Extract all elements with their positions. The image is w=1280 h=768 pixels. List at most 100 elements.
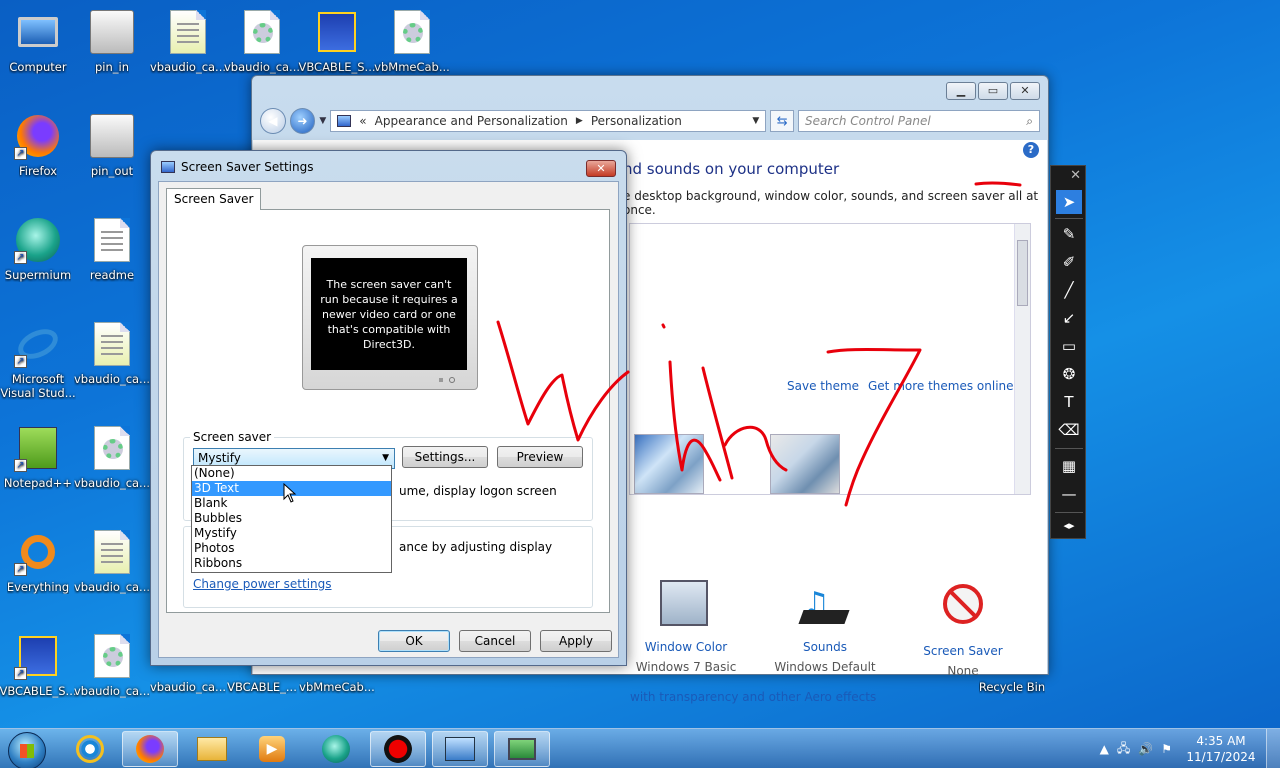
record-icon	[384, 735, 412, 763]
installer-icon: ↗	[14, 632, 62, 680]
desktop-icon-computer[interactable]: Computer	[0, 8, 76, 94]
desktop-icon-vbaudio-settings-2[interactable]: vbaudio_ca...	[74, 632, 150, 718]
forward-arrow-icon: ➜	[297, 114, 308, 128]
desktop-icon-notepadpp[interactable]: ↗ Notepad++	[0, 424, 76, 510]
search-input[interactable]: Search Control Panel ⌕	[798, 110, 1040, 132]
monitor-power-icon	[449, 377, 455, 383]
address-bar[interactable]: « Appearance and Personalization ▶ Perso…	[330, 110, 767, 132]
get-more-themes-link[interactable]: Get more themes online	[868, 379, 1014, 393]
line-tool-icon[interactable]: ╱	[1056, 278, 1082, 302]
visual-studio-icon: ↗	[13, 320, 63, 368]
settings-file-icon	[238, 8, 286, 56]
taskbar-internet-explorer[interactable]	[62, 731, 118, 767]
taskbar-file-explorer[interactable]	[184, 731, 240, 767]
help-icon[interactable]: ?	[1023, 142, 1039, 158]
theme-thumbnail[interactable]	[770, 434, 840, 494]
desktop-icon-firefox[interactable]: ↗ Firefox	[0, 112, 76, 198]
annotation-toolbar: ✕ ➤ ✎ ✐ ╱ ↙ ▭ ❂ T ⌫ ▦ — ◂▸	[1050, 165, 1086, 539]
theme-scrollbar[interactable]	[1014, 224, 1030, 494]
network-icon[interactable]: 🖧	[1117, 739, 1130, 760]
theme-thumbnail[interactable]	[634, 434, 704, 494]
preview-button[interactable]: Preview	[497, 446, 583, 468]
show-hidden-icons-icon[interactable]: ▲	[1100, 742, 1109, 756]
back-button[interactable]: ◀	[260, 108, 286, 134]
desktop-icon-vbcable-setup[interactable]: ↗ VBCABLE_S...	[0, 632, 77, 718]
refresh-button[interactable]: ⇆	[770, 110, 794, 132]
window-color-value: Windows 7 Basic	[635, 660, 737, 674]
eraser-tool-icon[interactable]: ⌫	[1056, 418, 1082, 442]
option-none[interactable]: (None)	[192, 466, 391, 481]
screen-saver-options-list: (None) 3D Text Blank Bubbles Mystify Pho…	[191, 465, 392, 573]
taskbar-recorder[interactable]	[370, 731, 426, 767]
option-photos[interactable]: Photos	[192, 541, 391, 556]
everything-icon: ↗	[14, 528, 62, 576]
forward-button[interactable]: ➜	[289, 108, 316, 134]
history-dropdown-icon[interactable]: ▼	[319, 116, 326, 126]
text-tool-icon[interactable]: T	[1056, 390, 1082, 414]
close-icon[interactable]: ✕	[1070, 168, 1081, 183]
breadcrumb-appearance[interactable]: Appearance and Personalization	[375, 114, 568, 128]
settings-button[interactable]: Settings...	[402, 446, 488, 468]
theme-list[interactable]: Save theme Get more themes online	[629, 223, 1031, 495]
clock-date: 11/17/2024	[1186, 750, 1256, 764]
desktop-icon-vbaudio-setup-3[interactable]: vbaudio_ca...	[150, 8, 226, 94]
highlighter-tool-icon[interactable]: ✐	[1056, 250, 1082, 274]
firefox-icon	[136, 735, 164, 763]
dialog-body: Screen Saver The screen saver can't run …	[158, 181, 619, 658]
display-settings-icon	[161, 161, 175, 173]
taskbar-media-player[interactable]: ▶	[244, 731, 300, 767]
preview-monitor: The screen saver can't run because it re…	[302, 245, 478, 390]
volume-icon[interactable]: 🔊	[1138, 742, 1153, 756]
desktop-icon-readme[interactable]: readme	[74, 216, 150, 302]
app-icon	[88, 8, 136, 56]
window-color-item[interactable]: Window Color Windows 7 Basic	[626, 580, 746, 674]
taskbar-control-panel[interactable]	[432, 731, 488, 767]
desktop-icon-vbaudio-setup-2[interactable]: vbaudio_ca...	[74, 528, 150, 614]
minimize-button[interactable]: ▁	[946, 82, 976, 100]
cancel-button[interactable]: Cancel	[459, 630, 531, 652]
pen-tool-icon[interactable]: ✎	[1056, 222, 1082, 246]
desktop-icon-supermium[interactable]: ↗ Supermium	[0, 216, 76, 302]
save-theme-link[interactable]: Save theme	[787, 379, 859, 393]
apply-button[interactable]: Apply	[540, 630, 612, 652]
board-tool-icon[interactable]: ▦	[1056, 454, 1082, 478]
option-ribbons[interactable]: Ribbons	[192, 556, 391, 571]
maximize-button[interactable]: ▭	[978, 82, 1008, 100]
clock[interactable]: 4:35 AM 11/17/2024	[1176, 733, 1266, 765]
change-power-settings-link[interactable]: Change power settings	[193, 577, 332, 591]
dialog-close-button[interactable]: ✕	[586, 160, 616, 177]
sounds-icon: ♫	[798, 580, 851, 632]
tab-screen-saver[interactable]: Screen Saver	[166, 188, 262, 210]
taskbar-display-settings[interactable]	[494, 731, 550, 767]
taskbar-firefox[interactable]	[122, 731, 178, 767]
screen-saver-item[interactable]: Screen Saver None	[903, 580, 1023, 678]
start-button[interactable]	[8, 732, 46, 768]
rectangle-tool-icon[interactable]: ▭	[1056, 334, 1082, 358]
show-desktop-button[interactable]	[1266, 729, 1280, 768]
desktop-icon-pin-out[interactable]: pin_out	[74, 112, 150, 198]
palette-tool-icon[interactable]: ❂	[1056, 362, 1082, 386]
collapse-toolbar-icon[interactable]: ◂▸	[1056, 514, 1082, 538]
breadcrumb-overflow[interactable]: «	[359, 114, 366, 128]
desktop-icon-vbaudio-setup-1[interactable]: vbaudio_ca...	[74, 320, 150, 406]
settings-file-icon	[88, 424, 136, 472]
desktop-icon-pin-in[interactable]: pin_in	[74, 8, 150, 94]
aero-effects-link[interactable]: with transparency and other Aero effects	[630, 690, 876, 704]
power-description: ance by adjusting display	[399, 540, 553, 554]
desktop-icon-everything[interactable]: ↗ Everything	[0, 528, 76, 614]
clear-tool-icon[interactable]: —	[1056, 482, 1082, 506]
arrow-tool-icon[interactable]: ↙	[1056, 306, 1082, 330]
clock-time: 4:35 AM	[1196, 734, 1246, 748]
sounds-item[interactable]: ♫ Sounds Windows Default	[765, 580, 885, 674]
close-button[interactable]: ✕	[1010, 82, 1040, 100]
breadcrumb-personalization[interactable]: Personalization	[591, 114, 682, 128]
taskbar-supermium[interactable]	[308, 731, 364, 767]
select-tool-icon[interactable]: ➤	[1056, 190, 1082, 214]
desktop-icon-vbaudio-settings-1[interactable]: vbaudio_ca...	[74, 424, 150, 510]
option-mystify[interactable]: Mystify	[192, 526, 391, 541]
option-bubbles[interactable]: Bubbles	[192, 511, 391, 526]
ok-button[interactable]: OK	[378, 630, 450, 652]
address-dropdown-icon[interactable]: ▼	[752, 116, 759, 126]
action-center-icon[interactable]: ⚑	[1161, 742, 1172, 756]
desktop-icon-visual-studio[interactable]: ↗ Microsoft Visual Stud...	[0, 320, 76, 412]
